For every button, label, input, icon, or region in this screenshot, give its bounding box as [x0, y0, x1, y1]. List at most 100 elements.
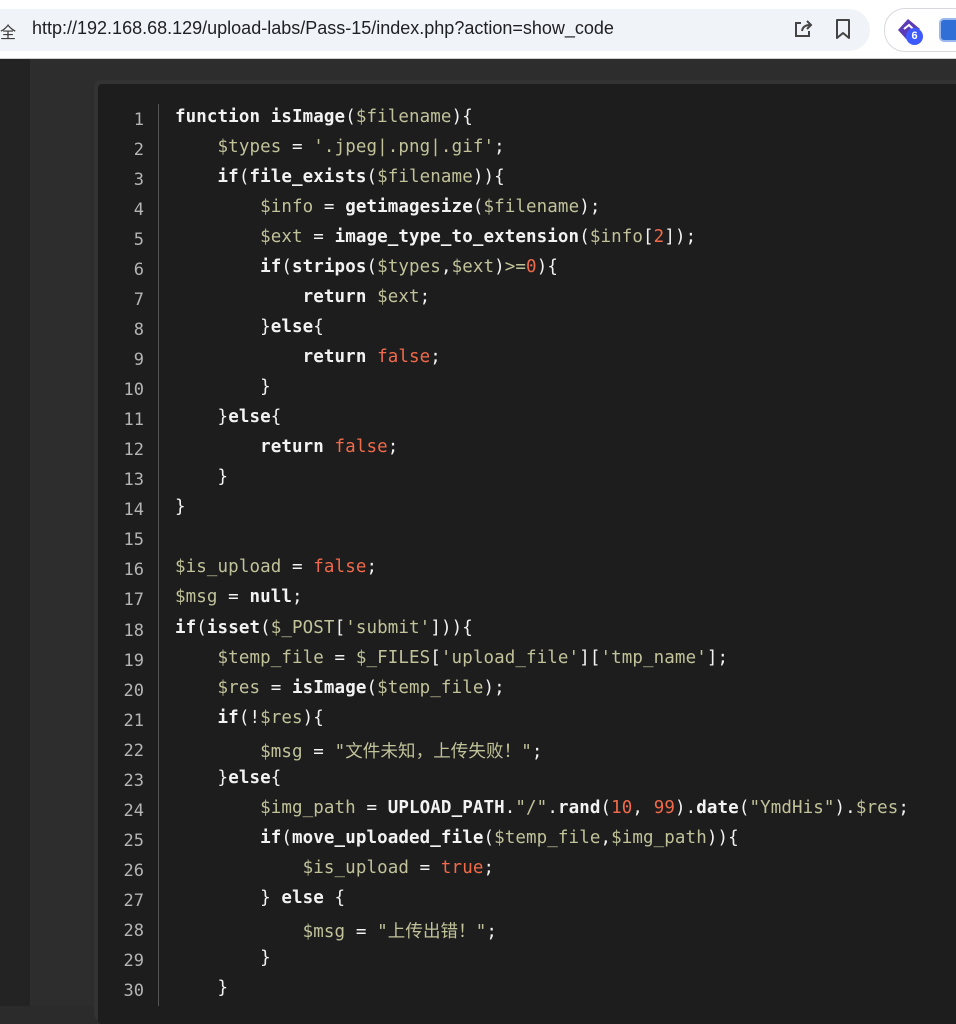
- code-token: =: [281, 557, 314, 578]
- code-text: if(move_uploaded_file($temp_file,$img_pa…: [175, 828, 739, 848]
- code-token: $filename: [355, 107, 452, 127]
- code-token: {: [270, 767, 282, 788]
- code-token: (: [366, 167, 378, 188]
- code-token: ]);: [664, 227, 697, 248]
- code-token: 'submit': [345, 617, 431, 638]
- code-token: move_uploaded_file: [292, 827, 484, 848]
- line-number: 25: [123, 830, 144, 851]
- bookmark-icon[interactable]: [830, 16, 856, 42]
- code-token: $msg: [260, 741, 303, 762]
- code-token: {: [323, 887, 346, 908]
- line-number: 30: [123, 980, 144, 1001]
- line-number: 10: [123, 380, 144, 401]
- code-token: ;: [430, 347, 441, 368]
- code-token: (: [260, 617, 271, 638]
- code-token: if: [217, 707, 239, 728]
- code-token: 2: [653, 227, 665, 248]
- code-token: =: [313, 197, 346, 218]
- code-token: ,: [632, 797, 654, 818]
- code-token: ;: [366, 557, 378, 578]
- line-number: 24: [123, 800, 144, 821]
- gutter-divider: [158, 104, 159, 1006]
- code-token: ;: [387, 437, 399, 458]
- code-token: ;: [486, 921, 498, 942]
- extension-app-icon[interactable]: [939, 18, 956, 42]
- code-token: ){: [451, 107, 473, 127]
- code-token: $msg: [302, 921, 346, 942]
- code-token: else: [228, 407, 271, 428]
- code-token: "YmdHis": [749, 797, 835, 818]
- share-icon[interactable]: [790, 16, 816, 42]
- line-number: 5: [133, 230, 144, 251]
- code-token: );: [579, 197, 601, 218]
- extension-badge: 6: [906, 28, 923, 45]
- code-token: }: [175, 467, 229, 488]
- code-token: $info: [260, 197, 314, 218]
- line-number: 15: [123, 530, 144, 551]
- code-token: $temp_file: [494, 827, 601, 848]
- code-token: $_FILES: [355, 647, 431, 668]
- code-text: if(isset($_POST['submit'])){: [175, 618, 473, 638]
- code-token: if: [260, 827, 282, 848]
- code-token: (: [238, 167, 250, 188]
- code-token: getimagesize: [345, 197, 473, 218]
- code-text: if(!$res){: [175, 708, 324, 728]
- code-token: }: [175, 977, 229, 998]
- line-number: 21: [123, 710, 144, 731]
- line-number: 23: [123, 770, 144, 791]
- code-token: else: [228, 767, 271, 788]
- code-token: $res: [217, 677, 261, 698]
- code-token: ;: [419, 287, 431, 308]
- browser-toolbar: 全 http://192.168.68.129/upload-labs/Pass…: [0, 0, 956, 59]
- code-token: if: [175, 617, 197, 638]
- code-token: {: [494, 167, 505, 188]
- url-text[interactable]: http://192.168.68.129/upload-labs/Pass-1…: [32, 18, 614, 39]
- security-indicator[interactable]: 全: [0, 19, 16, 43]
- code-token: (: [281, 257, 293, 278]
- code-text: function isImage($filename){: [175, 107, 473, 127]
- code-token: isImage: [270, 107, 346, 127]
- code-token: =: [323, 647, 356, 668]
- code-token: $temp_file: [377, 677, 484, 698]
- line-number: 29: [123, 950, 144, 971]
- code-text: return false;: [175, 347, 441, 367]
- line-number: 2: [133, 140, 144, 161]
- code-token: $_POST: [270, 617, 335, 638]
- code-token: $filename: [483, 197, 580, 218]
- code-token: =: [302, 227, 335, 248]
- line-number: 19: [123, 650, 144, 671]
- line-number: 18: [123, 620, 144, 641]
- code-token: function: [175, 107, 271, 127]
- code-token: ];: [706, 647, 729, 668]
- code-token: }: [175, 317, 271, 338]
- code-token: stripos: [292, 257, 367, 278]
- code-token: $ext: [377, 287, 420, 308]
- code-token: =: [345, 921, 378, 942]
- code-token: {: [270, 407, 282, 428]
- code-token: 'upload_file': [440, 647, 580, 668]
- code-token: $img_path: [260, 797, 356, 818]
- code-token: }: [175, 377, 271, 398]
- code-token: }: [175, 947, 271, 968]
- code-token: }: [175, 497, 186, 518]
- code-token: ){: [536, 257, 558, 278]
- code-text: if(stripos($types,$ext)>=0){: [175, 257, 558, 277]
- code-text: return $ext;: [175, 287, 431, 308]
- code-token: ;: [483, 857, 495, 878]
- code-token: ][: [579, 647, 601, 668]
- code-token: ).: [834, 797, 856, 818]
- line-number: 13: [123, 470, 144, 491]
- code-text: $temp_file = $_FILES['upload_file']['tmp…: [175, 648, 728, 668]
- code-token: [: [430, 647, 441, 668]
- code-token: =: [409, 857, 441, 878]
- line-number: 1: [133, 110, 144, 130]
- code-token: ;: [531, 741, 543, 762]
